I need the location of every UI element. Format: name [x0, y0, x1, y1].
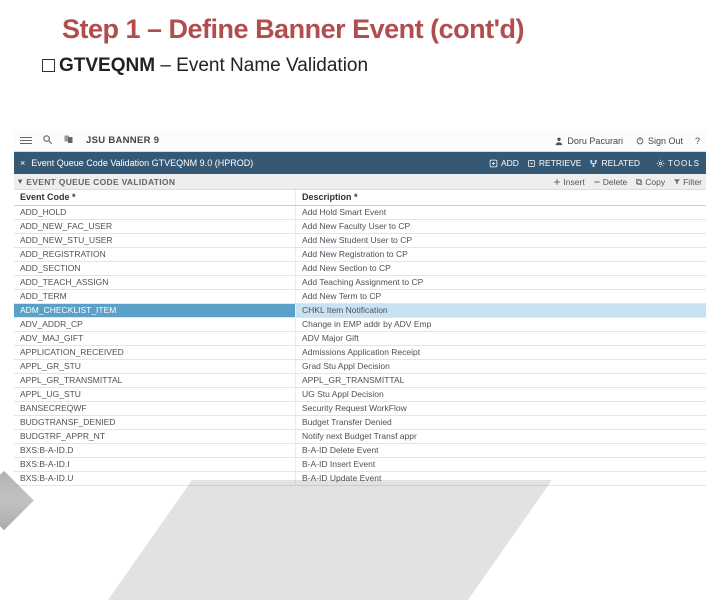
table-row[interactable]: APPL_GR_TRANSMITTALAPPL_GR_TRANSMITTAL — [14, 374, 706, 388]
delete-label: Delete — [603, 177, 628, 187]
cell-code: APPL_UG_STU — [14, 388, 296, 401]
section-title: EVENT QUEUE CODE VALIDATION — [26, 177, 553, 187]
recent-icon[interactable] — [63, 134, 76, 148]
cell-desc: Budget Transfer Denied — [296, 416, 706, 429]
code-desc: – Event Name Validation — [155, 55, 368, 76]
user-name: Doru Pacurari — [567, 136, 623, 146]
cell-code: ADD_NEW_FAC_USER — [14, 220, 296, 233]
table-row[interactable]: ADM_CHECKLIST_ITEMCHKL Item Notification — [14, 304, 706, 318]
cell-desc: Add New Term to CP — [296, 290, 706, 303]
slide-title: Step 1 – Define Banner Event (cont'd) — [0, 0, 720, 51]
cell-desc: Add Hold Smart Event — [296, 206, 706, 219]
data-table: Event Code * Description * ADD_HOLDAdd H… — [14, 190, 706, 486]
table-row[interactable]: ADD_TERMAdd New Term to CP — [14, 290, 706, 304]
table-row[interactable]: ADV_ADDR_CPChange in EMP addr by ADV Emp — [14, 318, 706, 332]
cell-desc: Add New Section to CP — [296, 262, 706, 275]
cell-code: ADD_HOLD — [14, 206, 296, 219]
cell-code: ADD_SECTION — [14, 262, 296, 275]
table-row[interactable]: BANSECREQWFSecurity Request WorkFlow — [14, 402, 706, 416]
app-topbar: JSU BANNER 9 Doru Pacurari Sign Out ? — [14, 130, 706, 152]
cell-desc: Change in EMP addr by ADV Emp — [296, 318, 706, 331]
table-header-row: Event Code * Description * — [14, 190, 706, 206]
cell-code: APPL_GR_TRANSMITTAL — [14, 374, 296, 387]
menu-icon[interactable] — [20, 135, 32, 146]
cell-desc: Add Teaching Assignment to CP — [296, 276, 706, 289]
table-row[interactable]: ADV_MAJ_GIFTADV Major Gift — [14, 332, 706, 346]
cell-code: ADV_ADDR_CP — [14, 318, 296, 331]
cell-code: BANSECREQWF — [14, 402, 296, 415]
cell-desc: Add New Registration to CP — [296, 248, 706, 261]
table-row[interactable]: ADD_REGISTRATIONAdd New Registration to … — [14, 248, 706, 262]
copy-label: Copy — [645, 177, 665, 187]
cell-code: BXS:B-A-ID.I — [14, 458, 296, 471]
add-button[interactable]: ADD — [489, 158, 519, 168]
insert-button[interactable]: Insert — [553, 177, 584, 187]
sign-out-button[interactable]: Sign Out — [635, 136, 683, 146]
cell-code: BUDGTRANSF_DENIED — [14, 416, 296, 429]
cell-code: ADD_TEACH_ASSIGN — [14, 276, 296, 289]
retrieve-button[interactable]: RETRIEVE — [527, 158, 582, 168]
table-row[interactable]: BXS:B-A-ID.IB-A-ID Insert Event — [14, 458, 706, 472]
tools-label: TOOLS — [668, 159, 700, 168]
table-row[interactable]: ADD_HOLDAdd Hold Smart Event — [14, 206, 706, 220]
search-icon[interactable] — [42, 134, 53, 148]
retrieve-label: RETRIEVE — [539, 158, 582, 168]
table-row[interactable]: BUDGTRANSF_DENIEDBudget Transfer Denied — [14, 416, 706, 430]
table-row[interactable]: ADD_NEW_FAC_USERAdd New Faculty User to … — [14, 220, 706, 234]
add-label: ADD — [501, 158, 519, 168]
help-button[interactable]: ? — [695, 136, 700, 146]
cell-desc: B-A-ID Insert Event — [296, 458, 706, 471]
slide-subtitle: GTVEQNM – Event Name Validation — [0, 51, 720, 87]
cell-desc: UG Stu Appl Decision — [296, 388, 706, 401]
tools-button[interactable]: TOOLS — [656, 159, 700, 168]
cell-desc: B-A-ID Delete Event — [296, 444, 706, 457]
collapse-icon[interactable]: ▾ — [18, 176, 22, 187]
delete-button[interactable]: Delete — [593, 177, 628, 187]
cell-code: ADV_MAJ_GIFT — [14, 332, 296, 345]
cell-code: APPLICATION_RECEIVED — [14, 346, 296, 359]
page-title: Event Queue Code Validation GTVEQNM 9.0 … — [31, 158, 489, 168]
cell-desc: APPL_GR_TRANSMITTAL — [296, 374, 706, 387]
cell-code: ADD_REGISTRATION — [14, 248, 296, 261]
sign-out-label: Sign Out — [648, 136, 683, 146]
code-name: GTVEQNM — [59, 55, 155, 76]
table-row[interactable]: APPL_UG_STUUG Stu Appl Decision — [14, 388, 706, 402]
cell-code: ADD_NEW_STU_USER — [14, 234, 296, 247]
table-row[interactable]: BUDGTRF_APPR_NTNotify next Budget Transf… — [14, 430, 706, 444]
cell-desc: ADV Major Gift — [296, 332, 706, 345]
cell-desc: Add New Faculty User to CP — [296, 220, 706, 233]
filter-button[interactable]: Filter — [673, 177, 702, 187]
user-menu[interactable]: Doru Pacurari — [554, 136, 623, 146]
cell-code: BUDGTRF_APPR_NT — [14, 430, 296, 443]
section-bar: ▾ EVENT QUEUE CODE VALIDATION Insert Del… — [14, 174, 706, 190]
cell-code: ADD_TERM — [14, 290, 296, 303]
filter-label: Filter — [683, 177, 702, 187]
cell-desc: Add New Student User to CP — [296, 234, 706, 247]
related-button[interactable]: RELATED — [589, 158, 640, 168]
cell-code: ADM_CHECKLIST_ITEM — [14, 304, 296, 317]
page-header: × Event Queue Code Validation GTVEQNM 9.… — [14, 152, 706, 174]
app-screenshot: JSU BANNER 9 Doru Pacurari Sign Out ? × … — [14, 130, 706, 530]
table-row[interactable]: APPL_GR_STUGrad Stu Appl Decision — [14, 360, 706, 374]
col-header-code[interactable]: Event Code * — [14, 190, 296, 205]
cell-desc: Security Request WorkFlow — [296, 402, 706, 415]
table-row[interactable]: ADD_SECTIONAdd New Section to CP — [14, 262, 706, 276]
cell-desc: CHKL Item Notification — [296, 304, 706, 317]
col-header-desc[interactable]: Description * — [296, 190, 706, 205]
app-brand: JSU BANNER 9 — [86, 135, 159, 146]
table-row[interactable]: ADD_NEW_STU_USERAdd New Student User to … — [14, 234, 706, 248]
cell-code: APPL_GR_STU — [14, 360, 296, 373]
close-icon[interactable]: × — [20, 158, 25, 168]
table-row[interactable]: BXS:B-A-ID.DB-A-ID Delete Event — [14, 444, 706, 458]
cell-desc: Notify next Budget Transf appr — [296, 430, 706, 443]
table-row[interactable]: ADD_TEACH_ASSIGNAdd Teaching Assignment … — [14, 276, 706, 290]
cell-desc: Admissions Application Receipt — [296, 346, 706, 359]
cell-code: BXS:B-A-ID.D — [14, 444, 296, 457]
copy-button[interactable]: Copy — [635, 177, 665, 187]
related-label: RELATED — [601, 158, 640, 168]
cell-desc: Grad Stu Appl Decision — [296, 360, 706, 373]
bullet-box-icon — [42, 59, 55, 72]
insert-label: Insert — [563, 177, 584, 187]
table-row[interactable]: APPLICATION_RECEIVEDAdmissions Applicati… — [14, 346, 706, 360]
